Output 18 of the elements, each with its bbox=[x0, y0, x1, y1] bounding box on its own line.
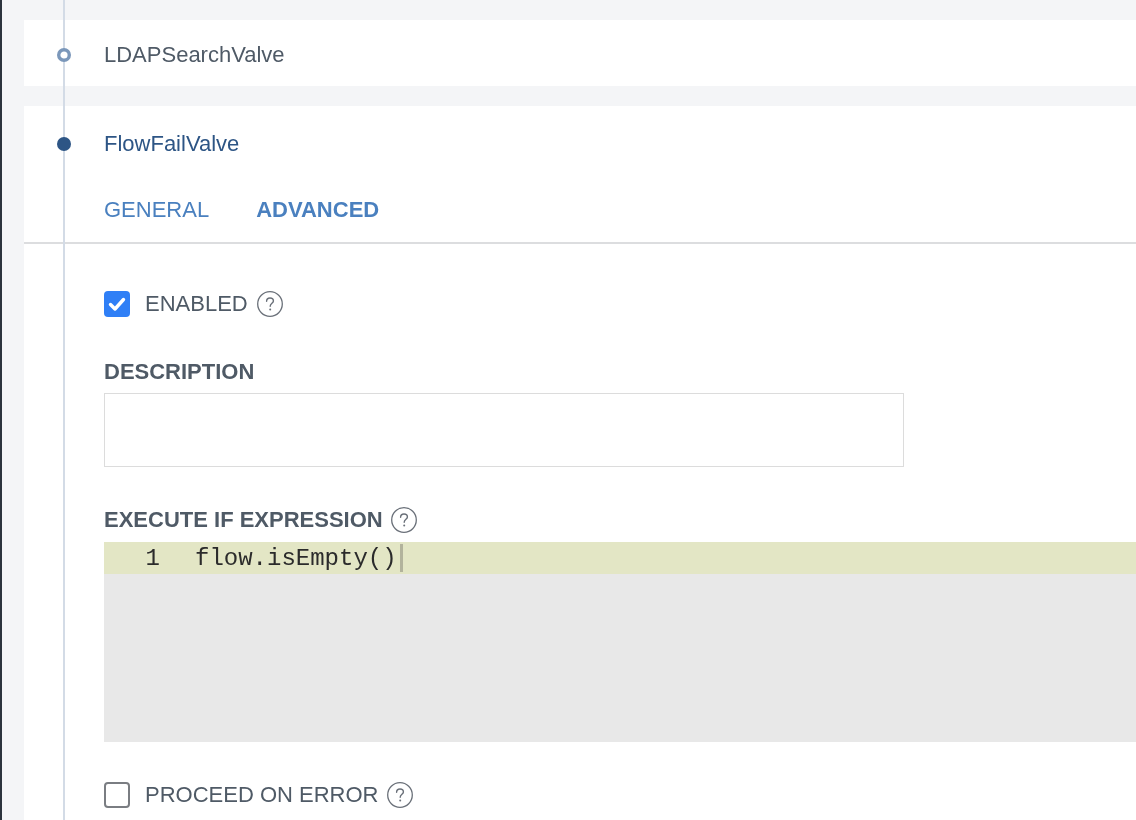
help-icon[interactable] bbox=[390, 507, 417, 533]
help-icon[interactable] bbox=[256, 291, 283, 317]
checkbox-label: ENABLED bbox=[145, 291, 248, 317]
field-label: EXECUTE IF EXPRESSION bbox=[104, 507, 383, 533]
tab[interactable]: GENERAL bbox=[104, 197, 210, 223]
tab[interactable]: ADVANCED bbox=[256, 197, 380, 223]
code-editor[interactable]: 1 flow.isEmpty() bbox=[104, 542, 1136, 742]
line-number: 1 bbox=[144, 544, 160, 572]
checkbox[interactable] bbox=[104, 291, 130, 317]
valve-name[interactable]: LDAPSearchValve bbox=[104, 42, 285, 68]
help-icon[interactable] bbox=[387, 782, 414, 808]
code-text: flow.isEmpty() bbox=[195, 544, 397, 572]
valve-name[interactable]: FlowFailValve bbox=[104, 131, 240, 157]
field-label: DESCRIPTION bbox=[104, 359, 255, 385]
text-cursor bbox=[399, 544, 403, 572]
checkbox-label: PROCEED ON ERROR bbox=[145, 782, 379, 808]
checkbox[interactable] bbox=[104, 782, 130, 808]
description-field[interactable] bbox=[104, 393, 904, 467]
